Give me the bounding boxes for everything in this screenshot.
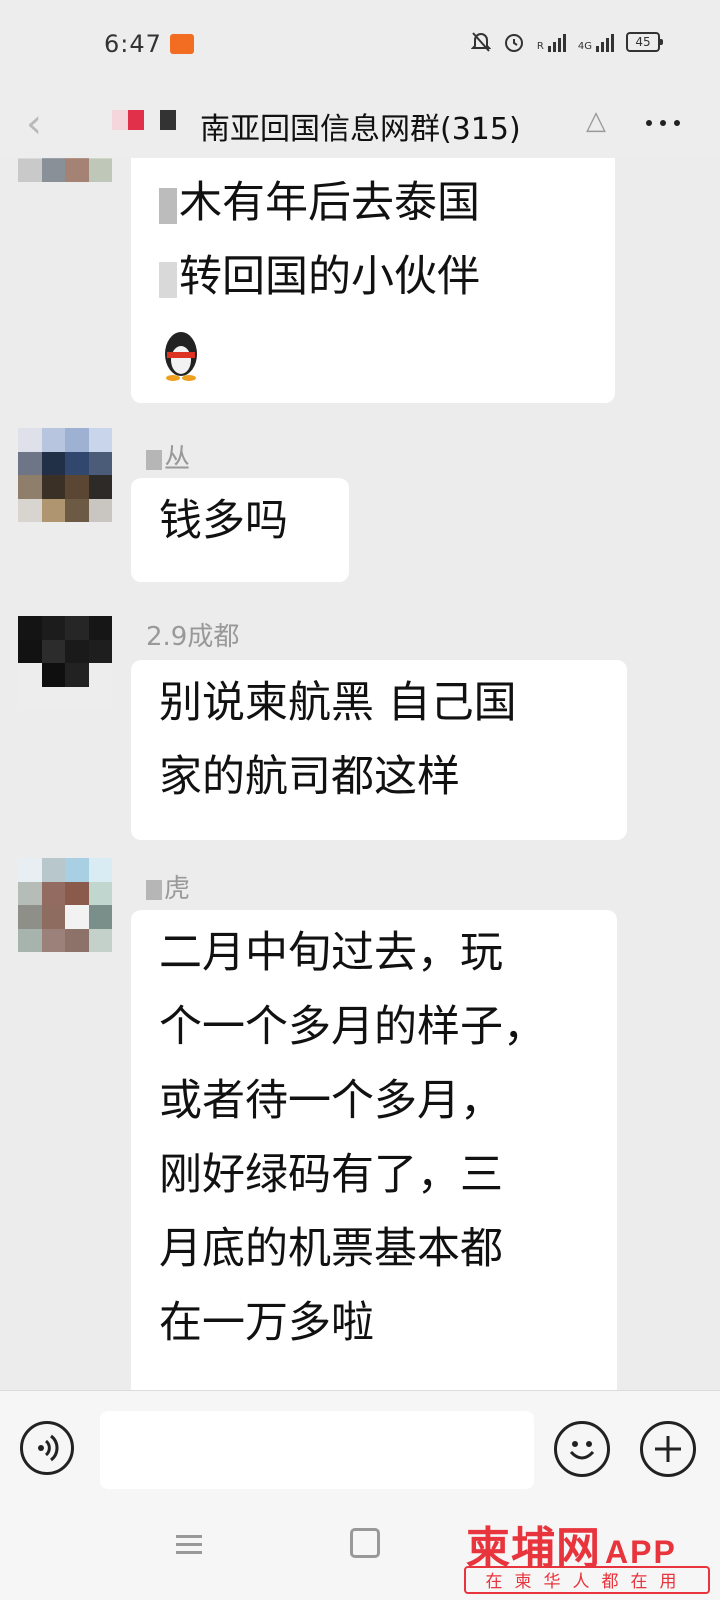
alarm-clock-icon xyxy=(504,34,523,52)
message-text: 转回国的小伙伴 xyxy=(159,240,591,314)
status-icons: R 4G 45 xyxy=(470,31,663,53)
cell-signal-2-icon: 4G xyxy=(578,32,614,52)
message-text: 个一个多月的样子， xyxy=(159,1002,546,1052)
battery-icon: 45 xyxy=(626,32,663,52)
voice-wave-icon xyxy=(38,1434,59,1462)
chat-header: ‹ 南亚回国信息网群(315) △ xyxy=(0,90,720,158)
recent-apps-icon[interactable] xyxy=(176,1530,202,1559)
watermark-slogan: 在柬华人都在用 xyxy=(464,1566,710,1594)
more-functions-button[interactable] xyxy=(640,1421,696,1477)
mute-bell-icon xyxy=(470,32,491,52)
message-text: 二月中旬过去，玩 xyxy=(159,928,503,978)
message-text: 钱多吗 xyxy=(159,496,288,546)
sender-name: 丛 xyxy=(146,438,190,475)
sender-name: 2.9成都 xyxy=(146,622,240,652)
avatar[interactable] xyxy=(18,858,112,952)
message-list[interactable]: 木有年后去泰国 转回国的小伙伴 丛 钱多吗 2.9成都 别说柬航黑 自己国 家的… xyxy=(0,158,720,1390)
message-text: 在一万多啦 xyxy=(159,1298,374,1348)
watermark: 柬埔网 APP 在柬华人都在用 xyxy=(460,1508,716,1600)
back-arrow-icon[interactable]: ‹ xyxy=(26,104,66,144)
app-notification-icon xyxy=(170,34,194,54)
smiley-face-icon xyxy=(569,1441,595,1460)
message-input[interactable] xyxy=(100,1411,534,1489)
message-text: 木有年后去泰国 xyxy=(159,166,591,240)
status-time: 6:47 xyxy=(104,30,162,58)
mute-indicator-icon: △ xyxy=(586,106,606,136)
voice-input-button[interactable] xyxy=(20,1421,74,1475)
message-text: 刚好绿码有了，三 xyxy=(159,1150,503,1200)
message-text: 别说柬航黑 自己国 xyxy=(159,678,517,728)
status-bar: 6:47 R 4G 45 xyxy=(0,0,720,90)
group-avatar xyxy=(112,110,176,130)
message-text: 或者待一个多月， xyxy=(159,1076,503,1126)
message-bubble[interactable]: 别说柬航黑 自己国 家的航司都这样 xyxy=(131,660,627,840)
home-icon[interactable] xyxy=(350,1528,380,1558)
message-bubble[interactable]: 木有年后去泰国 转回国的小伙伴 xyxy=(131,158,615,403)
avatar[interactable] xyxy=(18,158,112,182)
avatar[interactable] xyxy=(18,616,112,710)
more-options-icon[interactable] xyxy=(646,120,680,126)
message-bubble[interactable]: 二月中旬过去，玩 个一个多月的样子， 或者待一个多月， 刚好绿码有了，三 月底的… xyxy=(131,910,617,1390)
cell-signal-1-icon: R xyxy=(537,32,566,52)
sender-name: 虎 xyxy=(146,868,190,905)
avatar[interactable] xyxy=(18,428,112,522)
penguin-emoji-icon xyxy=(165,331,197,381)
message-text: 家的航司都这样 xyxy=(159,752,460,802)
message-bubble[interactable]: 钱多吗 xyxy=(131,478,349,582)
message-text: 月底的机票基本都 xyxy=(159,1224,503,1274)
message-text xyxy=(159,314,591,388)
message-input-bar xyxy=(0,1390,720,1501)
chat-title[interactable]: 南亚回国信息网群(315) xyxy=(200,104,521,148)
emoji-button[interactable] xyxy=(554,1421,610,1477)
plus-icon xyxy=(655,1436,681,1462)
